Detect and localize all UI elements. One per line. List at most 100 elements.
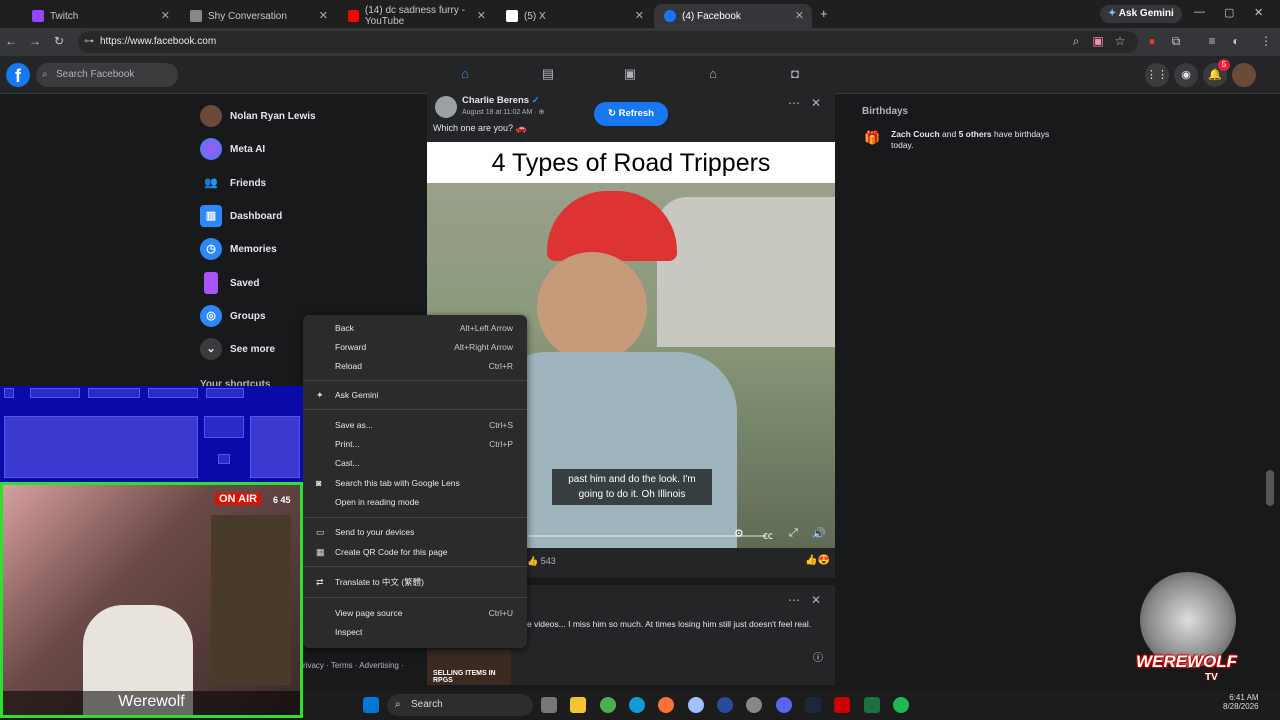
messenger-icon[interactable]: ◉ xyxy=(1174,63,1198,87)
tab-shy-conversation[interactable]: Shy Conversation ✕ xyxy=(180,4,336,28)
forward-button[interactable]: → xyxy=(27,34,43,48)
tab-x[interactable]: (5) X ✕ xyxy=(496,4,652,28)
fullscreen-icon[interactable]: ⤢ xyxy=(789,527,798,540)
marketplace-icon[interactable]: ⌂ xyxy=(704,66,722,84)
avatar[interactable] xyxy=(1232,63,1256,87)
footer-links[interactable]: rivacy · Terms · Advertising · xyxy=(303,661,404,670)
menu-item-forward[interactable]: Forward Alt+Right Arrow xyxy=(303,338,527,356)
menu-item-cast[interactable]: Cast... xyxy=(303,454,527,472)
video-thumbnail[interactable]: SELLING ITEMS IN RPGS xyxy=(427,650,511,685)
windows-start-icon[interactable] xyxy=(363,697,379,713)
privacy-icon: ⊕ xyxy=(538,109,545,116)
settings-gear-icon[interactable]: ⚙ xyxy=(734,527,744,540)
more-options-icon[interactable]: ⋯ xyxy=(788,593,800,607)
chrome-icon[interactable] xyxy=(600,697,616,713)
minimize-button[interactable]: — xyxy=(1194,6,1205,18)
back-button[interactable]: ← xyxy=(3,34,19,48)
menu-item-inspect[interactable]: Inspect xyxy=(303,623,527,641)
sidebar-item-groups[interactable]: ◎ Groups xyxy=(200,304,266,328)
search-icon: ⌕ xyxy=(42,69,48,80)
edge-icon[interactable] xyxy=(629,697,645,713)
maximize-button[interactable]: ▢ xyxy=(1224,6,1234,19)
extensions-puzzle-icon[interactable]: ⧉ xyxy=(1168,34,1184,49)
menu-item-ask-gemini[interactable]: ✦ Ask Gemini xyxy=(303,386,527,404)
search-input[interactable]: ⌕ Search Facebook xyxy=(36,63,178,87)
page-scrollbar[interactable] xyxy=(1266,470,1274,506)
sidebar-item-friends[interactable]: 👥 Friends xyxy=(200,171,266,195)
close-icon[interactable]: ✕ xyxy=(477,9,486,22)
author-name[interactable]: Charlie Berens ✓ xyxy=(462,95,540,106)
discord-icon[interactable] xyxy=(776,697,792,713)
extension-icon[interactable]: ● xyxy=(1144,34,1160,48)
tab-twitch[interactable]: Twitch ✕ xyxy=(22,4,178,28)
video-icon[interactable]: ▤ xyxy=(539,66,557,84)
menu-item-reading-mode[interactable]: Open in reading mode xyxy=(303,493,527,511)
home-icon[interactable]: ⌂ xyxy=(456,66,474,84)
refresh-button[interactable]: ↻ Refresh xyxy=(594,102,668,126)
volume-icon[interactable]: 🔊 xyxy=(812,527,826,540)
taskbar-clock[interactable]: 6:41 AM 8/28/2026 xyxy=(1223,693,1259,711)
menu-item-save-as[interactable]: Save as... Ctrl+S xyxy=(303,416,527,434)
close-icon[interactable]: ✕ xyxy=(811,96,821,110)
menu-item-send-to-devices[interactable]: ▭ Send to your devices xyxy=(303,523,527,541)
captions-icon[interactable]: ㏄ xyxy=(763,527,773,542)
install-app-icon[interactable]: ▣ xyxy=(1090,34,1106,48)
app-icon[interactable] xyxy=(688,697,704,713)
sidebar-item-meta-ai[interactable]: Meta AI xyxy=(200,137,265,161)
menu-kebab-icon[interactable]: ⋮ xyxy=(1258,34,1274,48)
firefox-icon[interactable] xyxy=(658,697,674,713)
gaming-icon[interactable]: ◘ xyxy=(786,66,804,84)
more-options-icon[interactable]: ⋯ xyxy=(788,96,800,110)
menu-item-view-source[interactable]: View page source Ctrl+U xyxy=(303,604,527,622)
address-bar[interactable]: ⊶ https://www.facebook.com xyxy=(78,31,1138,53)
close-window-button[interactable]: ✕ xyxy=(1254,6,1263,19)
bookmark-star-icon[interactable]: ☆ xyxy=(1112,34,1128,48)
menu-item-reload[interactable]: Reload Ctrl+R xyxy=(303,357,527,375)
reload-button[interactable]: ↻ xyxy=(51,34,67,48)
close-icon[interactable]: ✕ xyxy=(161,9,170,22)
ask-gemini-button[interactable]: ✦ Ask Gemini xyxy=(1100,5,1182,23)
facebook-logo[interactable]: f xyxy=(6,63,30,87)
info-icon[interactable]: ⓘ xyxy=(813,649,823,664)
app-icon[interactable] xyxy=(717,697,733,713)
site-info-icon[interactable]: ⊶ xyxy=(84,31,94,53)
reactions-icon[interactable]: 👍😍 xyxy=(805,555,830,566)
profile-icon[interactable]: ◐ xyxy=(1228,34,1244,48)
like-count[interactable]: 👍 543 xyxy=(527,556,556,567)
new-tab-button[interactable]: + xyxy=(820,6,828,21)
menu-item-print[interactable]: Print... Ctrl+P xyxy=(303,435,527,453)
tab-youtube[interactable]: (14) dc sadness furry - YouTube ✕ xyxy=(338,4,494,28)
tab-facebook[interactable]: (4) Facebook ✕ xyxy=(654,4,812,28)
app-icon[interactable] xyxy=(834,697,850,713)
menu-item-google-lens[interactable]: ◙ Search this tab with Google Lens xyxy=(303,474,527,492)
tab-strip: Twitch ✕ Shy Conversation ✕ (14) dc sadnes… xyxy=(0,0,1280,28)
birthday-notice[interactable]: Zach Couch and 5 others have birthdays to… xyxy=(891,129,1049,151)
video-progress[interactable] xyxy=(527,535,767,537)
close-icon[interactable]: ✕ xyxy=(635,9,644,22)
close-icon[interactable]: ✕ xyxy=(319,9,328,22)
task-view-icon[interactable] xyxy=(541,697,557,713)
menu-item-back[interactable]: Back Alt+Left Arrow xyxy=(303,319,527,337)
taskbar-search[interactable]: ⌕ Search xyxy=(387,694,533,716)
werewolf-brand: WEREWOLF xyxy=(1136,652,1238,671)
steam-icon[interactable] xyxy=(805,697,821,713)
excel-icon[interactable] xyxy=(864,697,880,713)
reading-list-icon[interactable]: ≡ xyxy=(1204,34,1220,48)
sidebar-item-saved[interactable]: Saved xyxy=(200,271,259,295)
close-icon[interactable]: ✕ xyxy=(795,9,804,22)
close-icon[interactable]: ✕ xyxy=(811,593,821,607)
menu-item-qr-code[interactable]: ▦ Create QR Code for this page xyxy=(303,543,527,561)
zoom-icon[interactable]: ⌕ xyxy=(1068,34,1084,49)
sidebar-item-see-more[interactable]: ⌄ See more xyxy=(200,337,275,361)
file-explorer-icon[interactable] xyxy=(570,697,586,713)
sidebar-item-dashboard[interactable]: ▥ Dashboard xyxy=(200,204,282,228)
sidebar-item-profile[interactable]: Nolan Ryan Lewis xyxy=(200,104,316,128)
menu-grid-icon[interactable]: ⋮⋮ xyxy=(1145,63,1169,87)
sidebar-item-memories[interactable]: ◷ Memories xyxy=(200,237,277,261)
spotify-icon[interactable] xyxy=(893,697,909,713)
app-icon[interactable] xyxy=(746,697,762,713)
post-date[interactable]: August 18 at 11:02 AM · ⊕ xyxy=(462,108,544,116)
menu-item-translate[interactable]: ⇄ Translate to 中文 (繁體) xyxy=(303,573,527,591)
reels-icon[interactable]: ▣ xyxy=(621,66,639,84)
author-avatar[interactable] xyxy=(435,96,457,118)
